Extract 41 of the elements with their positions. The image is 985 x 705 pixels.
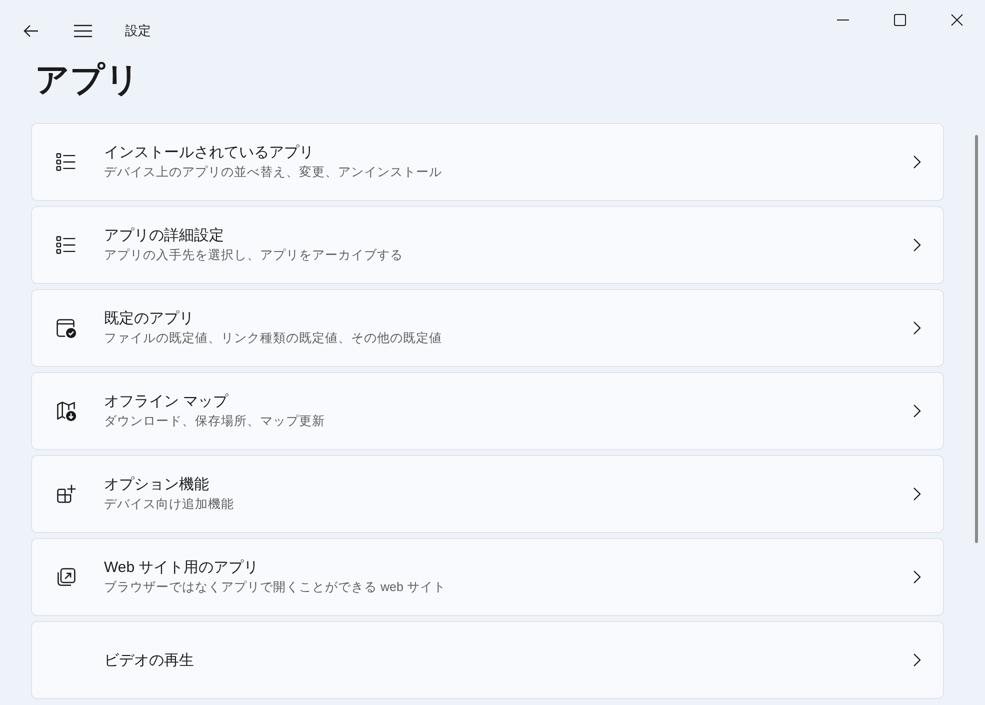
settings-item[interactable]: インストールされているアプリ デバイス上のアプリの並べ替え、変更、アンインストール	[31, 123, 944, 201]
chevron-right-icon	[913, 238, 921, 252]
chevron-right-icon	[913, 155, 921, 169]
chevron-right-icon	[913, 487, 921, 501]
item-title: アプリの詳細設定	[104, 226, 225, 245]
chevron-right-icon	[913, 321, 921, 335]
item-title: オプション機能	[104, 475, 210, 494]
chevron-right-icon	[913, 404, 921, 418]
item-description: デバイス向け追加機能	[104, 496, 235, 513]
settings-item[interactable]: オプション機能 デバイス向け追加機能	[31, 455, 944, 533]
scrollbar[interactable]	[975, 135, 978, 543]
map-download-icon	[55, 400, 77, 422]
grid-plus-icon	[55, 483, 77, 505]
window-arrow-icon	[55, 566, 77, 588]
item-description: ファイルの既定値、リンク種類の既定値、その他の既定値	[104, 330, 443, 347]
close-icon	[950, 14, 962, 26]
item-title: ビデオの再生	[104, 650, 195, 670]
menu-icon	[74, 24, 92, 38]
window-title: 設定	[125, 22, 152, 40]
item-description: ダウンロード、保存場所、マップ更新	[104, 413, 326, 430]
item-title: オフライン マップ	[104, 392, 230, 411]
chevron-right-icon	[913, 653, 921, 667]
list-icon	[55, 151, 77, 173]
settings-item[interactable]: アプリの詳細設定 アプリの入手先を選択し、アプリをアーカイブする	[31, 206, 944, 284]
settings-item[interactable]: 既定のアプリ ファイルの既定値、リンク種類の既定値、その他の既定値	[31, 289, 944, 367]
list-icon	[55, 234, 77, 256]
item-title: Web サイト用のアプリ	[104, 558, 260, 577]
chevron-right-icon	[913, 570, 921, 584]
window-check-icon	[55, 317, 77, 339]
settings-item[interactable]: オフライン マップ ダウンロード、保存場所、マップ更新	[31, 372, 944, 450]
maximize-icon	[894, 14, 906, 26]
minimize-icon	[836, 19, 848, 21]
item-title: インストールされているアプリ	[104, 143, 315, 162]
settings-item[interactable]: ビデオの再生	[31, 621, 944, 699]
item-description: デバイス上のアプリの並べ替え、変更、アンインストール	[104, 164, 443, 181]
back-arrow-icon	[23, 24, 39, 38]
item-title: 既定のアプリ	[104, 309, 195, 328]
item-description: ブラウザーではなくアプリで開くことができる web サイト	[104, 579, 447, 596]
settings-item[interactable]: Web サイト用のアプリ ブラウザーではなくアプリで開くことができる web サイト	[31, 538, 944, 616]
page-title: アプリ	[35, 62, 141, 98]
item-description: アプリの入手先を選択し、アプリをアーカイブする	[104, 247, 404, 264]
